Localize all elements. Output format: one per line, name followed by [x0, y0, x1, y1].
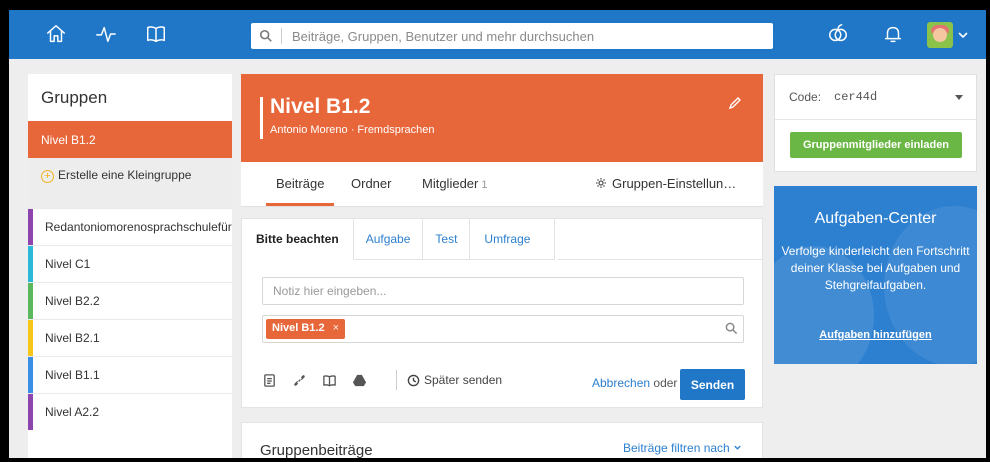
search-bar[interactable] — [251, 23, 773, 49]
group-color-bar — [28, 357, 33, 393]
send-button[interactable]: Senden — [680, 369, 745, 400]
group-color-bar — [28, 283, 33, 319]
composer-tab-note[interactable]: Bitte beachten — [242, 219, 354, 260]
composer-tabs: Bitte beachten Aufgabe Test Umfrage — [242, 219, 556, 260]
attachment-toolbar: Später senden — [262, 369, 502, 391]
create-subgroup-label: Erstelle eine Kleingruppe — [58, 168, 192, 182]
book-icon[interactable] — [144, 22, 168, 46]
add-tasks-link[interactable]: Aufgaben hinzufügen — [774, 329, 977, 341]
search-icon — [251, 29, 281, 43]
tab-group-settings-label: Gruppen-Einstellun… — [612, 176, 737, 191]
top-bar — [9, 10, 986, 59]
sidebar-item-label: Nivel B2.2 — [45, 294, 100, 308]
chevron-down-icon[interactable] — [957, 28, 969, 40]
sidebar-item-group[interactable]: Nivel B1.1 — [28, 356, 232, 393]
activity-icon[interactable] — [94, 22, 118, 46]
cancel-label: Abbrechen — [592, 376, 651, 390]
home-icon[interactable] — [44, 22, 68, 46]
sidebar-title: Gruppen — [41, 88, 108, 107]
schedule-later-label: Später senden — [424, 373, 503, 387]
group-color-bar — [28, 320, 33, 356]
note-input[interactable] — [262, 277, 744, 305]
gear-icon — [596, 178, 606, 188]
bell-icon[interactable] — [881, 22, 905, 46]
plus-circle-icon: + — [41, 170, 54, 183]
filter-posts-label: Beiträge filtren nach — [623, 441, 730, 455]
recipient-chip-label: Nivel B1.2 — [272, 322, 325, 334]
cancel-link[interactable]: Abbrechen oder — [592, 376, 677, 390]
sidebar-item-group[interactable]: Nivel B2.2 — [28, 282, 232, 319]
tab-posts[interactable]: Beiträge — [265, 176, 335, 206]
avatar[interactable] — [927, 22, 953, 48]
members-count: 1 — [481, 179, 488, 191]
group-subtitle: Antonio Moreno · Fremdsprachen — [270, 124, 435, 136]
sidebar-item-label: Nivel A2.2 — [45, 405, 100, 419]
search-icon — [725, 322, 739, 336]
sidebar-item-label: Redantoniomorenosprachschulefür — [45, 220, 232, 234]
google-drive-icon[interactable] — [352, 369, 382, 391]
clock-icon — [407, 374, 420, 386]
group-posts-title: Gruppenbeiträge — [260, 442, 373, 458]
title-accent-line — [260, 97, 263, 139]
schedule-later-button[interactable]: Später senden — [407, 373, 502, 387]
toolbar-divider — [396, 370, 397, 390]
composer-tab-poll[interactable]: Umfrage — [470, 219, 556, 260]
group-posts-panel: Gruppenbeiträge Beiträge filtren nach — [241, 422, 763, 458]
group-color-bar — [28, 246, 33, 282]
code-value: cer44d — [834, 90, 878, 104]
filter-posts-dropdown[interactable]: Beiträge filtren nach — [623, 441, 742, 455]
apple-icon[interactable] — [826, 22, 850, 46]
tab-members-label: Mitglieder — [422, 176, 479, 191]
group-code-row[interactable]: Code: cer44d — [775, 75, 976, 120]
create-subgroup-button[interactable]: + Erstelle eine Kleingruppe — [28, 158, 232, 208]
sidebar-item-active-group[interactable]: Nivel B1.2 — [28, 121, 232, 158]
group-color-bar — [28, 209, 33, 245]
pencil-icon[interactable] — [728, 96, 742, 110]
sidebar-item-label: Nivel B2.1 — [45, 331, 100, 345]
task-center-text: Verfolge kinderleicht den Fortschritt de… — [781, 244, 970, 292]
tab-group-settings[interactable]: Gruppen-Einstellun… — [595, 176, 736, 191]
caret-down-icon[interactable] — [955, 95, 963, 100]
app-frame: Gruppen Nivel B1.2 + Erstelle eine Kleing… — [9, 10, 986, 458]
group-tabs: Beiträge Ordner Mitglieder 1 Gruppen-Eins… — [241, 162, 763, 207]
chevron-down-icon — [734, 445, 741, 450]
library-icon[interactable] — [322, 369, 352, 391]
code-label: Code: — [789, 90, 822, 104]
remove-chip-icon[interactable]: × — [333, 322, 339, 334]
sidebar-item-group[interactable]: Redantoniomorenosprachschulefür — [28, 208, 232, 245]
search-input[interactable] — [292, 28, 773, 44]
recipients-field[interactable]: Nivel B1.2 × — [262, 315, 744, 343]
sidebar-item-group[interactable]: Nivel A2.2 — [28, 393, 232, 430]
groups-sidebar: Gruppen Nivel B1.2 + Erstelle eine Kleing… — [28, 74, 232, 458]
post-composer: Bitte beachten Aufgabe Test Umfrage Nive… — [241, 218, 763, 408]
composer-tab-quiz[interactable]: Test — [423, 219, 471, 260]
tab-members[interactable]: Mitglieder 1 — [422, 176, 487, 191]
task-center-card: Aufgaben-Center Verfolge kinderleicht de… — [774, 186, 977, 364]
task-center-title: Aufgaben-Center — [814, 210, 937, 227]
search-divider — [281, 28, 282, 44]
sidebar-item-label: Nivel C1 — [45, 257, 91, 271]
link-icon[interactable] — [292, 369, 322, 391]
group-title: Nivel B1.2 — [270, 95, 371, 118]
recipient-chip[interactable]: Nivel B1.2 × — [266, 319, 346, 339]
sidebar-item-group[interactable]: Nivel B2.1 — [28, 319, 232, 356]
file-icon[interactable] — [262, 369, 292, 391]
or-label: oder — [653, 376, 678, 390]
invite-members-button[interactable]: Gruppenmitglieder einladen — [790, 132, 962, 158]
sidebar-item-group[interactable]: Nivel C1 — [28, 245, 232, 282]
group-color-bar — [28, 394, 33, 430]
sidebar-item-label: Nivel B1.1 — [45, 368, 100, 382]
group-header: Nivel B1.2 Antonio Moreno · Fremdsprache… — [241, 74, 763, 162]
tab-folders[interactable]: Ordner — [351, 176, 391, 191]
composer-tab-assignment[interactable]: Aufgabe — [353, 219, 424, 260]
group-code-panel: Code: cer44d Gruppenmitglieder einladen — [774, 74, 977, 172]
